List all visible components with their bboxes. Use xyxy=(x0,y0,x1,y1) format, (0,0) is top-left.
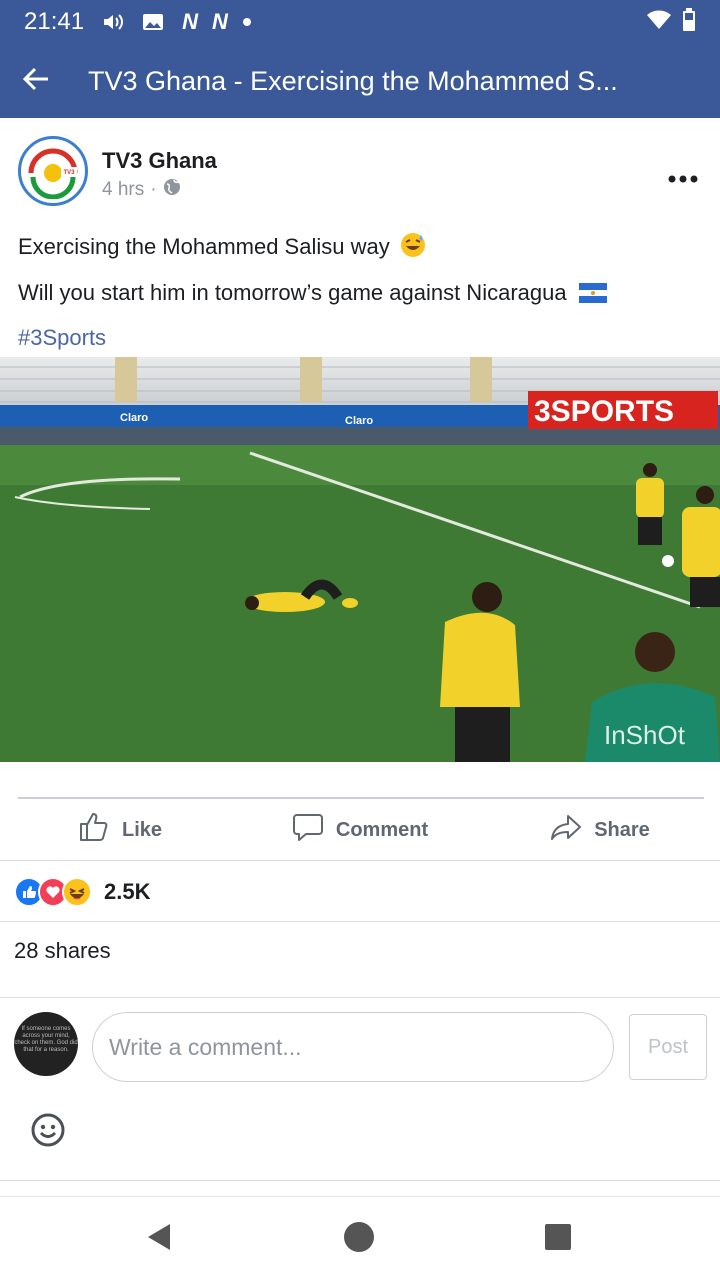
triangle-back-icon xyxy=(144,1222,172,1257)
comment-label: Comment xyxy=(335,818,429,841)
video-watermark: InShOt xyxy=(604,720,686,750)
post-meta: 4 hrs · xyxy=(102,178,181,202)
more-options-button[interactable] xyxy=(668,158,698,190)
square-recents-icon xyxy=(544,1223,572,1256)
network-n-icon: N xyxy=(182,9,198,34)
nicaragua-flag-icon xyxy=(578,275,607,317)
like-button[interactable]: Like xyxy=(0,800,240,860)
app-bar: TV3 Ghana - Exercising the Mohammed S... xyxy=(0,44,720,118)
divider xyxy=(0,997,720,998)
post-actions: Like Comment Share xyxy=(0,800,720,860)
ad-board-text-2: Claro xyxy=(345,415,373,427)
share-label: Share xyxy=(594,818,650,841)
haha-reaction-icon xyxy=(62,877,92,907)
emoji-button[interactable] xyxy=(30,1112,66,1148)
ad-board-text: Claro xyxy=(120,412,148,424)
dot-icon xyxy=(242,17,252,27)
page-title: TV3 Ghana - Exercising the Mohammed S... xyxy=(88,65,618,96)
share-arrow-icon xyxy=(550,811,582,849)
divider xyxy=(0,1180,720,1181)
comment-input[interactable] xyxy=(92,1012,614,1082)
status-bar: 21:41 N N xyxy=(0,0,720,44)
tv3-logo: TV3 xyxy=(28,148,78,199)
post-line-1: Exercising the Mohammed Salisu way xyxy=(18,226,708,272)
arrow-left-icon xyxy=(22,67,50,96)
smiley-icon xyxy=(30,1113,66,1152)
meta-separator: · xyxy=(150,179,157,200)
svg-text:TV3: TV3 xyxy=(63,170,75,176)
like-label: Like xyxy=(121,818,163,841)
share-button[interactable]: Share xyxy=(480,800,720,860)
video-frame: Claro Claro 3SPORTS InShOt xyxy=(0,357,720,762)
reaction-count: 2.5K xyxy=(104,879,151,904)
divider xyxy=(0,921,720,922)
globe-icon xyxy=(163,178,181,202)
reactions-summary[interactable]: 2.5K xyxy=(14,876,150,908)
circle-home-icon xyxy=(342,1220,376,1259)
page-avatar[interactable]: TV3 xyxy=(18,136,88,206)
nav-recents-button[interactable] xyxy=(540,1221,576,1257)
status-time: 21:41 xyxy=(24,8,85,35)
battery-icon xyxy=(682,7,696,37)
system-nav-bar xyxy=(0,1196,720,1280)
network-n-icon: N xyxy=(211,9,228,34)
channel-logo: 3SPORTS xyxy=(534,395,674,428)
post-time[interactable]: 4 hrs xyxy=(102,179,144,201)
thumbs-up-icon xyxy=(78,811,110,849)
post-author[interactable]: TV3 Ghana xyxy=(102,148,217,174)
user-avatar: If someone comes across your mind, check… xyxy=(14,1012,78,1076)
post-body: Exercising the Mohammed Salisu way Will … xyxy=(18,226,708,359)
volume-icon xyxy=(102,12,124,32)
back-button[interactable] xyxy=(0,44,72,118)
wifi-icon xyxy=(646,10,672,35)
post-comment-button[interactable]: Post xyxy=(629,1014,707,1080)
speech-bubble-icon xyxy=(292,811,324,849)
divider xyxy=(0,860,720,861)
sweat-smile-emoji-icon xyxy=(400,230,426,272)
shares-count[interactable]: 28 shares xyxy=(14,938,111,964)
nav-home-button[interactable] xyxy=(341,1221,377,1257)
image-icon xyxy=(142,12,164,32)
actions-divider xyxy=(18,797,704,799)
hashtag-link[interactable]: #3Sports xyxy=(18,317,708,359)
more-horizontal-icon xyxy=(668,158,698,189)
comment-composer: If someone comes across your mind, check… xyxy=(0,1006,720,1086)
nav-back-button[interactable] xyxy=(140,1221,176,1257)
post-video[interactable]: Claro Claro 3SPORTS InShOt xyxy=(0,357,720,762)
post-header: TV3 TV3 Ghana 4 hrs · xyxy=(0,118,720,218)
comment-button[interactable]: Comment xyxy=(240,800,480,860)
post-line-2: Will you start him in tomorrow’s game ag… xyxy=(18,272,708,317)
